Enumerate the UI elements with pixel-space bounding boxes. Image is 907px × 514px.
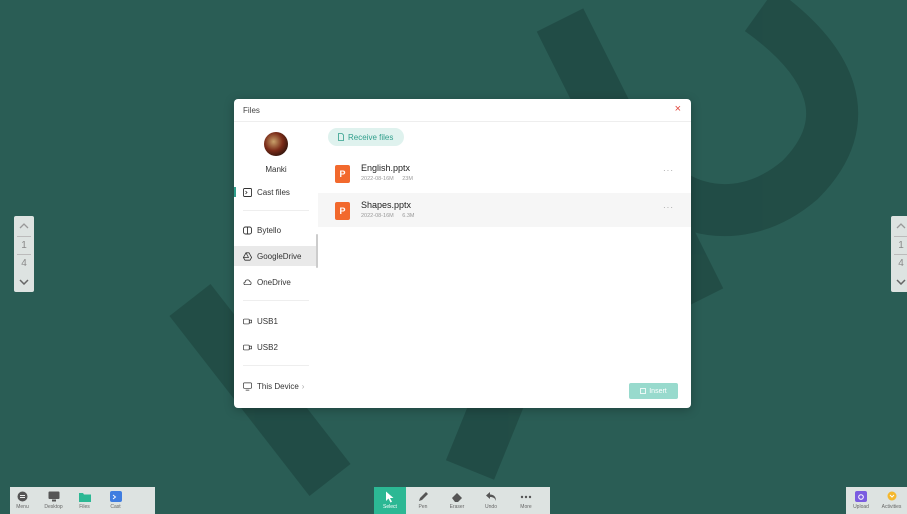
chevron-right-icon: ›	[301, 381, 305, 391]
file-meta: 2022-08-16M 6.3M	[361, 213, 421, 219]
divider	[243, 210, 309, 211]
sidebar-item-label: GoogleDrive	[257, 251, 302, 261]
insert-icon	[640, 388, 647, 394]
chevron-down-icon[interactable]	[14, 272, 34, 292]
pen-label: Pen	[418, 504, 428, 510]
activities-icon	[886, 491, 898, 502]
receive-files-button[interactable]: Receive files	[328, 128, 405, 146]
divider	[243, 365, 309, 366]
file-name: English.pptx	[361, 163, 411, 173]
divider	[243, 300, 309, 301]
cast-files-icon	[243, 187, 252, 197]
desktop-button[interactable]: Desktop	[41, 487, 66, 514]
user-name: Manki	[265, 165, 287, 174]
dialog-header: Files ×	[234, 99, 691, 122]
google-drive-icon	[243, 251, 252, 261]
sidebar-item-label: Bytello	[257, 225, 282, 235]
file-date: 2022-08-16M	[361, 213, 394, 219]
desktop-label: Desktop	[44, 504, 63, 510]
usb-icon	[243, 343, 252, 352]
file-size: 23M	[402, 176, 413, 182]
more-button[interactable]: More	[508, 487, 544, 514]
toolbar-right: Upload Activities	[846, 487, 907, 514]
more-options-icon[interactable]: ···	[663, 203, 674, 212]
ppt-file-icon: P	[335, 202, 350, 220]
sidebar-item-usb1[interactable]: USB1	[234, 311, 318, 331]
total-pages: 4	[17, 254, 31, 272]
ppt-file-icon: P	[335, 165, 350, 183]
insert-button[interactable]: Insert	[629, 383, 678, 399]
file-size: 6.3M	[402, 213, 415, 219]
usb-icon	[243, 317, 252, 326]
cast-button[interactable]: Cast	[103, 487, 128, 514]
bytello-icon	[243, 226, 252, 235]
chevron-up-icon[interactable]	[14, 216, 34, 236]
current-page: 1	[17, 236, 31, 254]
undo-button[interactable]: Undo	[474, 487, 508, 514]
dialog-title: Files	[243, 106, 260, 115]
files-dialog: Files × Manki Cast files Bytello GoogleD…	[234, 99, 691, 408]
monitor-icon	[243, 382, 252, 391]
sidebar: Manki Cast files Bytello GoogleDrive One…	[234, 122, 318, 408]
sidebar-item-google-drive[interactable]: GoogleDrive	[234, 246, 318, 266]
menu-label: Menu	[16, 504, 29, 510]
cast-icon	[109, 491, 122, 502]
current-page: 1	[894, 236, 907, 254]
menu-button[interactable]: Menu	[10, 487, 35, 514]
sidebar-item-label: USB2	[257, 342, 278, 352]
sidebar-item-label: OneDrive	[257, 277, 291, 287]
folder-icon	[78, 491, 91, 502]
sidebar-item-label: Cast files	[257, 187, 290, 197]
upload-button[interactable]: Upload	[846, 487, 876, 514]
activities-button[interactable]: Activities	[876, 487, 907, 514]
pen-icon	[417, 491, 429, 502]
more-label: More	[520, 504, 532, 510]
pen-tool[interactable]: Pen	[406, 487, 440, 514]
undo-label: Undo	[485, 504, 497, 510]
sidebar-item-label: This Device	[257, 381, 299, 391]
cursor-icon	[384, 491, 396, 502]
desktop-icon	[48, 491, 60, 502]
close-icon[interactable]: ×	[675, 103, 681, 115]
toolbar-left: Menu Desktop Files Cast	[10, 487, 155, 514]
select-label: Select	[383, 504, 397, 510]
activities-label: Activities	[881, 504, 902, 510]
eraser-icon	[451, 491, 463, 502]
file-row[interactable]: P Shapes.pptx 2022-08-16M 6.3M ···	[318, 193, 691, 227]
toolbar-center: Select Pen Eraser Undo More	[374, 487, 550, 514]
file-name: Shapes.pptx	[361, 200, 412, 210]
chevron-up-icon[interactable]	[891, 216, 907, 236]
sidebar-item-bytello[interactable]: Bytello	[234, 220, 318, 240]
file-row[interactable]: P English.pptx 2022-08-16M 23M ···	[318, 156, 691, 190]
camera-icon	[855, 491, 867, 502]
undo-icon	[485, 491, 497, 502]
more-options-icon[interactable]: ···	[663, 166, 674, 175]
more-icon	[520, 491, 532, 502]
sidebar-item-cast-files[interactable]: Cast files	[234, 182, 318, 202]
sidebar-item-label: USB1	[257, 316, 278, 326]
insert-label: Insert	[649, 387, 667, 395]
total-pages: 4	[894, 254, 907, 272]
page-navigator-left: 1 4	[14, 216, 34, 292]
file-icon	[338, 133, 344, 141]
select-tool[interactable]: Select	[374, 487, 406, 514]
files-label: Files	[79, 504, 90, 510]
file-meta: 2022-08-16M 23M	[361, 176, 420, 182]
cloud-icon	[243, 278, 252, 287]
chevron-down-icon[interactable]	[891, 272, 907, 292]
eraser-tool[interactable]: Eraser	[440, 487, 474, 514]
receive-files-label: Receive files	[348, 132, 394, 142]
files-button[interactable]: Files	[72, 487, 97, 514]
eraser-label: Eraser	[449, 504, 465, 510]
sidebar-item-usb2[interactable]: USB2	[234, 337, 318, 357]
avatar[interactable]	[264, 132, 288, 156]
sidebar-item-onedrive[interactable]: OneDrive	[234, 272, 318, 292]
upload-label: Upload	[853, 504, 869, 510]
sidebar-item-this-device[interactable]: This Device ›	[234, 376, 318, 396]
menu-icon	[17, 491, 29, 502]
cast-label: Cast	[110, 504, 121, 510]
file-list-panel: Receive files P English.pptx 2022-08-16M…	[318, 122, 691, 408]
file-date: 2022-08-16M	[361, 176, 394, 182]
page-navigator-right: 1 4	[891, 216, 907, 292]
